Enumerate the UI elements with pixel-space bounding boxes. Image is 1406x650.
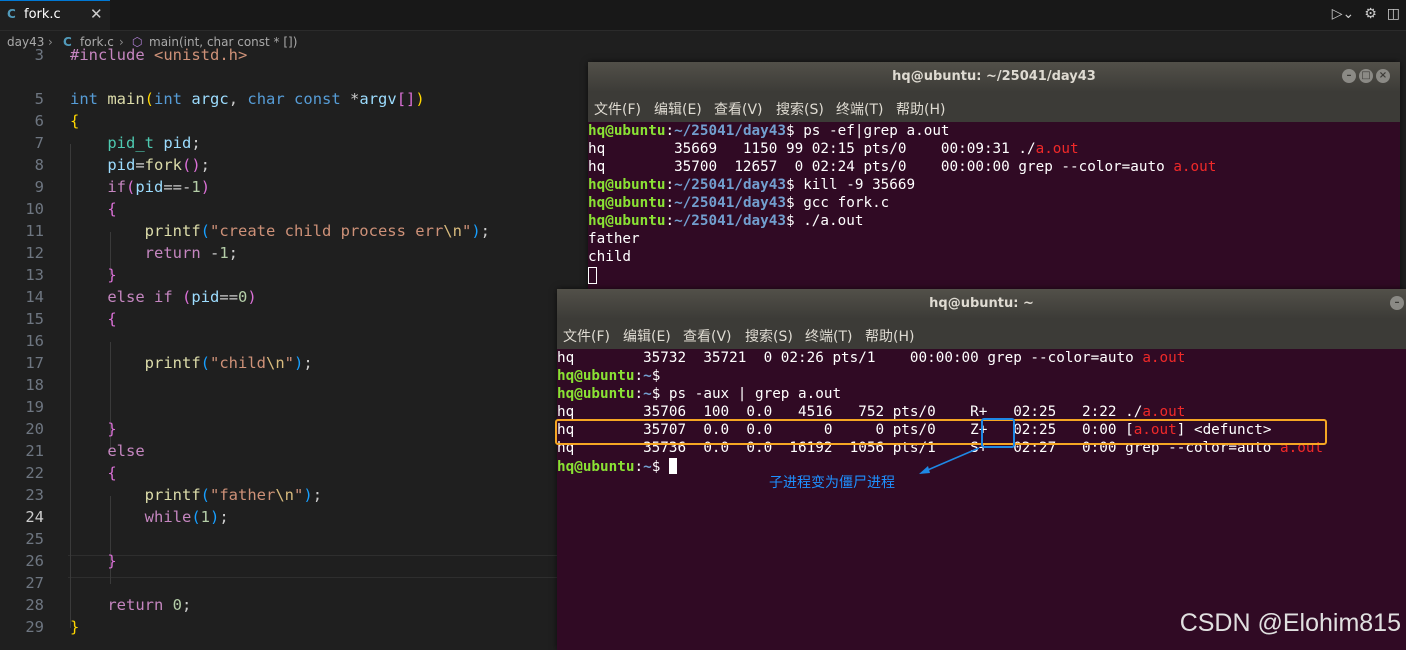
code-line: 18 — [25, 376, 44, 394]
editor-tab-bar: C fork.c ✕ ▷⌄ ⚙ ◫ — [0, 0, 1406, 31]
gear-icon[interactable]: ⚙ — [1364, 6, 1377, 22]
code-line: 11 printf("create child process err\n"); — [25, 222, 490, 240]
terminal-line: hq@ubuntu:~/25041/day43$ gcc fork.c — [588, 195, 890, 211]
editor-actions: ▷⌄ ⚙ ◫ — [1332, 6, 1400, 22]
maximize-icon[interactable]: □ — [1359, 69, 1373, 83]
menu-edit[interactable]: 编辑(E) — [654, 99, 702, 119]
terminal-line: father — [588, 231, 640, 247]
close-icon[interactable]: ✕ — [90, 5, 103, 23]
text-cursor — [668, 458, 677, 474]
terminal-line: hq@ubuntu:~/25041/day43$ kill -9 35669 — [588, 177, 916, 193]
menu-search[interactable]: 搜索(S) — [776, 99, 824, 119]
code-line: 27 — [25, 574, 44, 592]
terminal-cursor-line — [588, 267, 597, 285]
terminal-line: hq 35732 35721 0 02:26 pts/1 00:00:00 gr… — [557, 350, 1186, 366]
minimize-icon[interactable]: – — [1342, 69, 1356, 83]
menu-file[interactable]: 文件(F) — [594, 99, 641, 119]
code-line: 5 int main(int argc, char const *argv[]) — [34, 90, 425, 108]
window-controls: – □ × — [1342, 69, 1390, 83]
code-line: 26 } — [25, 552, 117, 570]
split-editor-icon[interactable]: ◫ — [1387, 6, 1400, 22]
terminal-title: hq@ubuntu: ~/25041/day43 — [588, 62, 1400, 92]
menu-view[interactable]: 查看(V) — [683, 326, 732, 346]
code-line: 23 printf("father\n"); — [25, 486, 323, 504]
terminal-title: hq@ubuntu: ~ — [557, 289, 1406, 319]
terminal-menubar: 文件(F) 编辑(E) 查看(V) 搜索(S) 终端(T) 帮助(H) — [588, 92, 1400, 122]
c-file-icon: C — [7, 7, 16, 21]
close-icon[interactable]: × — [1376, 69, 1390, 83]
code-line: 3 #include <unistd.h> — [34, 46, 248, 64]
terminal-line: hq@ubuntu:~$ ps -aux | grep a.out — [557, 386, 842, 402]
code-line: 14 else if (pid==0) — [25, 288, 257, 306]
code-line: 13 } — [25, 266, 117, 284]
code-line: 12 return -1; — [25, 244, 239, 262]
menu-help[interactable]: 帮助(H) — [896, 99, 945, 119]
code-line: 28 return 0; — [25, 596, 192, 614]
code-line: 20 } — [25, 420, 117, 438]
tab-fork-c[interactable]: C fork.c ✕ — [0, 0, 110, 30]
menu-terminal[interactable]: 终端(T) — [805, 326, 852, 346]
terminal-menubar: 文件(F) 编辑(E) 查看(V) 搜索(S) 终端(T) 帮助(H) — [557, 319, 1406, 349]
code-editor[interactable]: 3 #include <unistd.h> 5 int main(int argc,… — [0, 46, 608, 650]
code-line: 8 pid=fork(); — [34, 156, 211, 174]
window-controls: – — [1390, 296, 1404, 310]
zombie-annotation: 子进程变为僵尸进程 — [769, 475, 895, 491]
code-line: 24 while(1); — [25, 508, 229, 526]
code-line: 10 { — [25, 200, 117, 218]
tab-label: fork.c — [24, 7, 61, 22]
terminal-output: hq 35732 35721 0 02:26 pts/1 00:00:00 gr… — [557, 349, 1406, 650]
code-line: 29} — [25, 618, 80, 636]
zombie-row-highlight — [555, 419, 1327, 445]
code-line: 21 else — [25, 442, 145, 460]
zombie-state-highlight — [981, 418, 1015, 448]
text-cursor — [588, 267, 597, 284]
annotation-arrow — [919, 447, 980, 474]
terminal-line: hq 35700 12657 0 02:24 pts/0 00:00:00 gr… — [588, 159, 1217, 175]
terminal-line: child — [588, 249, 632, 265]
code-line: 22 { — [25, 464, 117, 482]
menu-edit[interactable]: 编辑(E) — [623, 326, 671, 346]
menu-terminal[interactable]: 终端(T) — [836, 99, 883, 119]
code-line: 7 pid_t pid; — [34, 134, 201, 152]
terminal-line: hq 35669 1150 99 02:15 pts/0 00:09:31 ./… — [588, 141, 1079, 157]
code-line: 17 printf("child\n"); — [25, 354, 313, 372]
code-line: 19 — [25, 398, 44, 416]
menu-file[interactable]: 文件(F) — [563, 326, 610, 346]
terminal-line: hq@ubuntu:~/25041/day43$ ps -ef|grep a.o… — [588, 123, 950, 139]
code-line: 25 — [25, 530, 44, 548]
code-line: 9 if(pid==-1) — [34, 178, 211, 196]
code-line: 16 — [25, 332, 44, 350]
run-debug-icon[interactable]: ▷⌄ — [1332, 6, 1355, 22]
menu-help[interactable]: 帮助(H) — [865, 326, 914, 346]
menu-search[interactable]: 搜索(S) — [745, 326, 793, 346]
terminal-window-1[interactable]: hq@ubuntu: ~/25041/day43 – □ × 文件(F) 编辑(… — [588, 62, 1400, 290]
terminal-output: hq@ubuntu:~/25041/day43$ ps -ef|grep a.o… — [588, 122, 1400, 290]
terminal-line: hq@ubuntu:~$ — [557, 368, 661, 384]
minimize-icon[interactable]: – — [1390, 296, 1404, 310]
terminal-line: hq@ubuntu:~/25041/day43$ ./a.out — [588, 213, 864, 229]
code-line: 15 { — [25, 310, 117, 328]
watermark: CSDN @Elohim815 — [1179, 609, 1401, 637]
menu-view[interactable]: 查看(V) — [714, 99, 763, 119]
code-line: 6{ — [34, 112, 80, 130]
terminal-line: hq@ubuntu:~$ — [557, 458, 677, 476]
